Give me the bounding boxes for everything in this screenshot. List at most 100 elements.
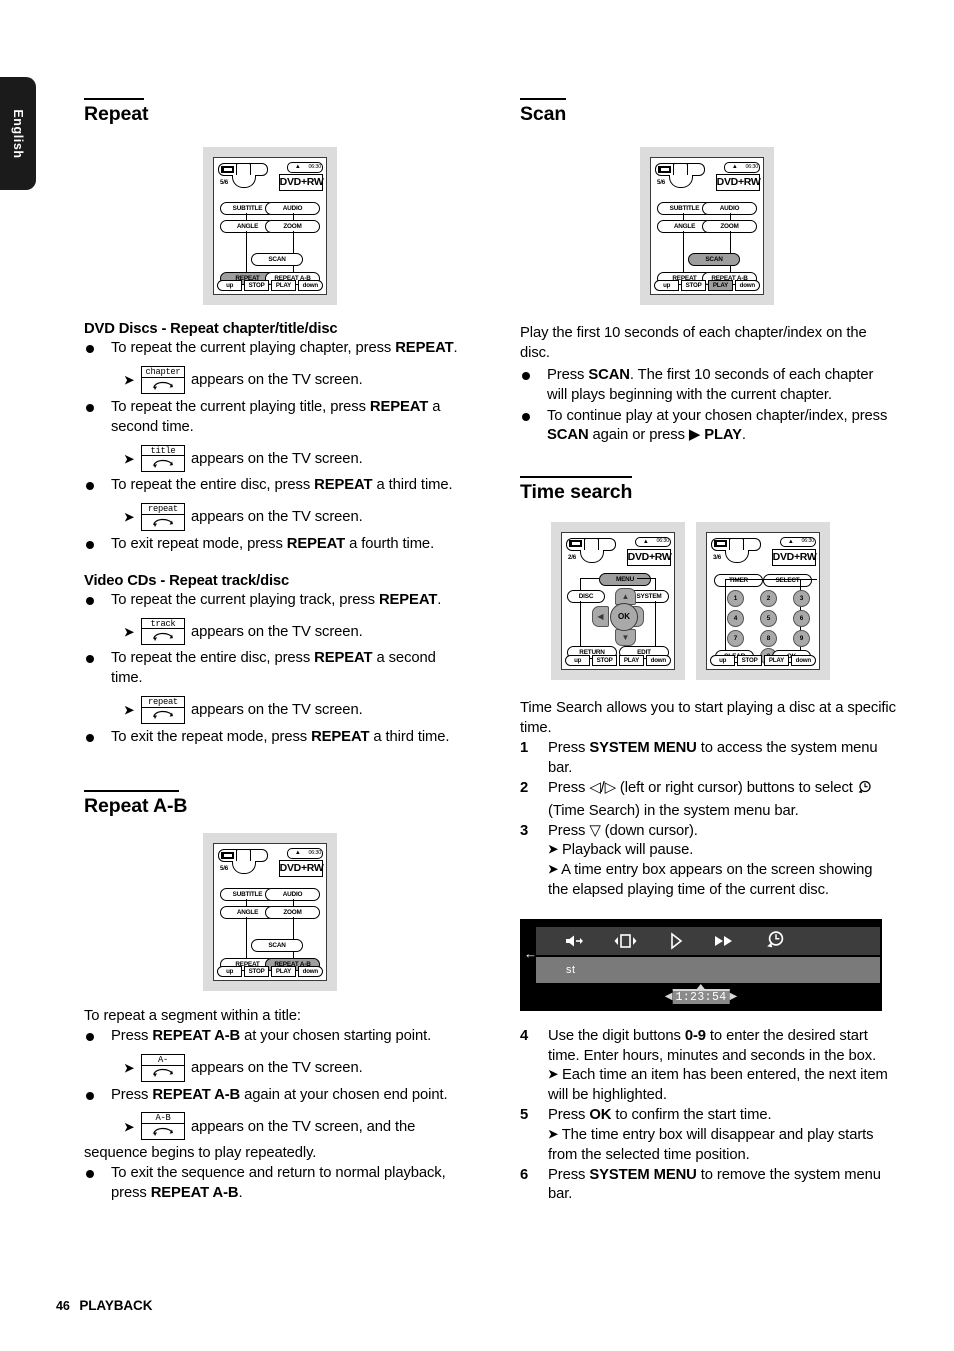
remote-counter: 5/6 <box>220 179 229 187</box>
remote-status-area: 2/6 ▲ 06:30 DVD+RW <box>566 536 672 567</box>
osd-label: title <box>141 446 184 457</box>
list-item-text: To repeat the current playing chapter, p… <box>111 340 396 357</box>
remote-button-up[interactable]: up <box>217 280 243 292</box>
remote-button-down[interactable]: down <box>645 654 671 666</box>
step-number: 1 <box>520 740 529 757</box>
keyword-bold: REPEAT <box>314 650 373 667</box>
remote-key-3[interactable]: 3 <box>793 589 810 607</box>
step-item: 5 Press OK to confirm the start time. ➤ … <box>520 1106 896 1165</box>
time-search-steps: 1 Press SYSTEM MENU to access the system… <box>520 739 896 901</box>
keyword-bold: REPEAT A-B <box>150 1184 239 1201</box>
language-tab: English <box>0 77 36 190</box>
remote-key-9[interactable]: 9 <box>793 629 810 647</box>
list-item: To exit repeat mode, press REPEAT a four… <box>84 535 460 555</box>
osd-label: track <box>141 619 184 630</box>
connector-line-left-lower <box>246 917 247 959</box>
remote-button-play[interactable]: PLAY <box>270 966 297 978</box>
step-number: 2 <box>520 779 529 796</box>
connector-line-left <box>246 213 247 221</box>
bullet-dot <box>86 1091 94 1100</box>
remote-key-7[interactable]: 7 <box>727 629 744 647</box>
time-search-icon[interactable] <box>764 930 786 952</box>
step-text: Press <box>548 1107 590 1124</box>
remote-key-5[interactable]: 5 <box>760 609 777 627</box>
remote-button-ok[interactable]: OK <box>610 602 638 631</box>
step-item: 3 Press ▽ (down cursor). ➤ Playback will… <box>520 822 896 901</box>
remote-disc-area: ▲ 06:30 DVD+RW <box>264 162 324 192</box>
remote-key-8[interactable]: 8 <box>760 629 777 647</box>
remote-button-scan[interactable]: SCAN <box>251 939 303 953</box>
time-search-icon <box>857 780 872 802</box>
language-tab-label: English <box>11 108 25 159</box>
remote-button-up[interactable]: up <box>217 966 243 978</box>
remote-disc-area: ▲ 06:30 DVD+RW <box>701 162 761 192</box>
remote-key-4[interactable]: 4 <box>727 609 744 627</box>
remote-button-menu[interactable]: MENU <box>599 572 651 586</box>
result-text: appears on the TV screen. <box>190 450 363 467</box>
screen-format-icon[interactable] <box>613 933 639 949</box>
repeat-loop-icon <box>142 1066 184 1081</box>
time-entry-value[interactable]: 1:23:54 <box>672 983 730 1004</box>
remote-button-select[interactable]: SELECT <box>763 573 812 587</box>
remote-button-down[interactable]: down <box>734 280 760 292</box>
remote-button-scan[interactable]: SCAN <box>688 253 740 267</box>
dvd-repeat-list-3: To repeat the entire disc, press REPEAT … <box>84 476 460 496</box>
remote-button-stop[interactable]: STOP <box>680 280 707 292</box>
bullet-dot <box>86 1169 94 1178</box>
remote-button-stop[interactable]: STOP <box>243 966 270 978</box>
remote-button-down[interactable]: down <box>297 966 323 978</box>
remote-disc-label: DVD+RW <box>715 174 761 192</box>
fast-forward-icon[interactable] <box>713 934 735 948</box>
step-item: 2 Press ◁/▷ (left or right cursor) butto… <box>520 779 896 822</box>
remote-button-play[interactable]: PLAY <box>707 280 734 292</box>
remote-button-scan[interactable]: SCAN <box>251 253 303 267</box>
remote-key-1[interactable]: 1 <box>727 589 744 607</box>
remote-clock: 06:30 <box>308 849 322 856</box>
play-icon[interactable] <box>668 932 684 950</box>
result-arrow-icon: ➤ <box>548 842 558 857</box>
remote-button-up[interactable]: up <box>654 280 680 292</box>
disc-tray-icon <box>669 163 693 189</box>
remote-button-down[interactable]: down <box>297 280 323 292</box>
remote-button-play[interactable]: PLAY <box>270 280 297 292</box>
dvd-repeat-list-2: To repeat the current playing title, pre… <box>84 398 460 438</box>
scan-list: Press SCAN. The first 10 seconds of each… <box>520 366 896 446</box>
time-entry-left-caret-icon[interactable]: ◀ <box>665 991 673 1002</box>
time-entry-right-caret-icon[interactable]: ▶ <box>730 991 738 1002</box>
audio-icon[interactable] <box>564 933 584 949</box>
remote-button-stop[interactable]: STOP <box>243 280 270 292</box>
list-item-text: To exit repeat mode, press <box>111 536 287 553</box>
remote-key-6[interactable]: 6 <box>793 609 810 627</box>
result-text: appears on the TV screen, and the <box>190 1119 416 1136</box>
connector-vert-left <box>580 577 581 590</box>
remote-button-play[interactable]: PLAY <box>618 654 645 666</box>
cursor-left-button[interactable]: ◀ <box>592 605 609 627</box>
time-entry-box[interactable]: ◀ 1:23:54 ▶ <box>665 983 738 1004</box>
remote-key-2[interactable]: 2 <box>760 589 777 607</box>
list-item: To repeat the entire disc, press REPEAT … <box>84 476 460 496</box>
result-line: ➤ repeat appears on the TV screen. <box>84 503 460 532</box>
remote-button-stop[interactable]: STOP <box>591 654 618 666</box>
repeat-loop-icon <box>142 629 184 644</box>
keyword-bold: REPEAT A-B <box>152 1086 241 1103</box>
remote-button-down[interactable]: down <box>790 654 816 666</box>
list-item-text: Press <box>111 1086 153 1103</box>
connector-line-right <box>730 213 731 221</box>
remote-button-timer[interactable]: TIMER <box>714 573 763 587</box>
connector-vert-left-lower <box>580 600 581 650</box>
step-result: ➤ A time entry box appears on the screen… <box>548 861 896 901</box>
remote-clock-bar: ▲ 06:30 <box>723 162 760 173</box>
remote-button-disc[interactable]: DISC <box>567 589 605 603</box>
remote-button-up[interactable]: up <box>565 654 591 666</box>
cursor-down-button[interactable]: ▼ <box>615 628 636 646</box>
bullet-dot <box>86 596 94 605</box>
remote-screen: 5/6 ▲ 06:30 DVD+RW SUBTITLE AUDIO ANGLE … <box>650 157 764 296</box>
connector-line-left <box>246 899 247 907</box>
result-line: ➤ chapter appears on the TV screen. <box>84 366 460 395</box>
time-search-figures: 2/6 ▲ 06:30 DVD+RW MENU DISC SYSTEM ▲ ▼ … <box>551 521 896 680</box>
remote-button-up[interactable]: up <box>710 654 736 666</box>
step-result-text: Playback will pause. <box>561 842 694 859</box>
list-item: To repeat the entire disc, press REPEAT … <box>84 649 460 689</box>
remote-button-play[interactable]: PLAY <box>763 654 790 666</box>
remote-button-stop[interactable]: STOP <box>736 654 763 666</box>
